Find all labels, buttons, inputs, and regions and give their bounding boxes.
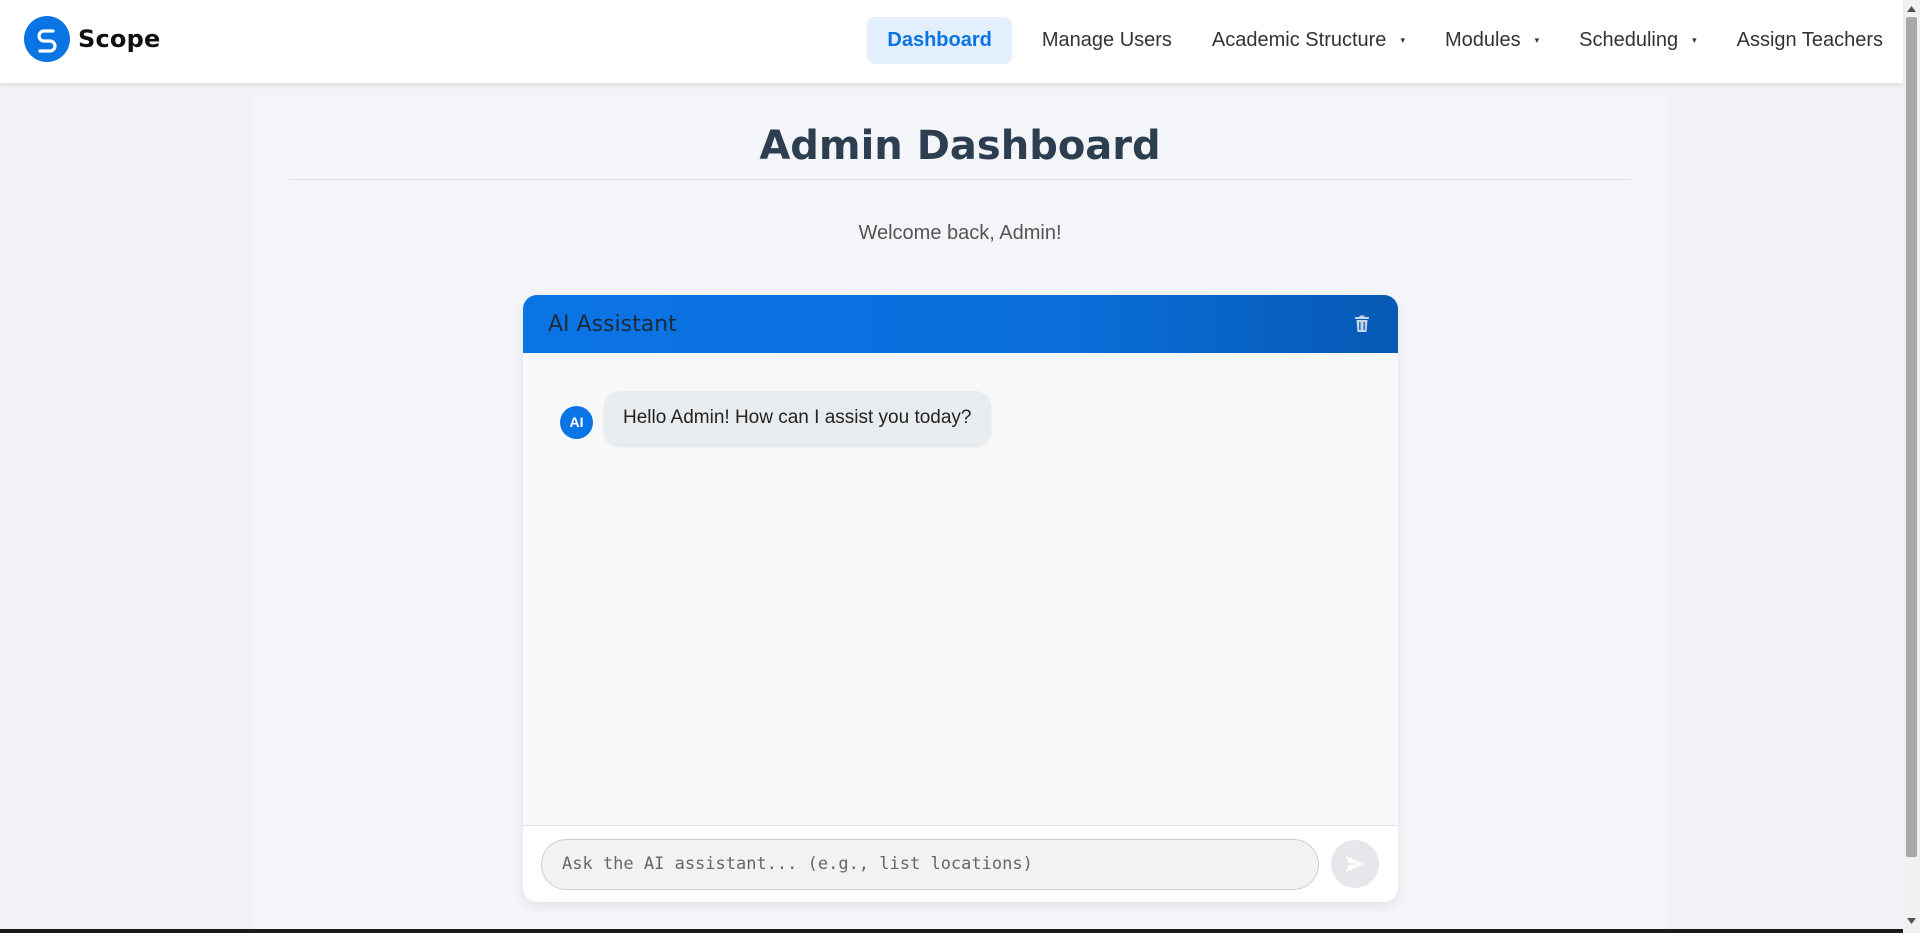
window-bottom-border — [0, 929, 1903, 933]
nav-modules-label: Modules — [1444, 29, 1521, 51]
chevron-down-icon: ▾ — [1400, 35, 1405, 45]
scrollbar-thumb[interactable] — [1906, 17, 1917, 857]
page-title: Admin Dashboard — [759, 123, 1161, 169]
nav-manage-users[interactable]: Manage Users — [1022, 17, 1192, 64]
message-bubble: Hello Admin! How can I assist you today? — [604, 391, 991, 445]
trash-icon — [1355, 315, 1369, 332]
nav-scheduling[interactable]: Scheduling ▾ — [1559, 17, 1717, 64]
chevron-down-icon: ▾ — [1534, 35, 1540, 45]
nav-manage-users-label: Manage Users — [1041, 29, 1172, 51]
welcome-message: Welcome back, Admin! — [858, 222, 1062, 244]
send-icon — [1346, 856, 1364, 872]
chat-input-bar — [523, 825, 1398, 902]
brand-name: Scope — [78, 25, 161, 53]
send-button[interactable] — [1331, 840, 1379, 888]
nav-scheduling-label: Scheduling — [1579, 29, 1679, 51]
nav-dashboard[interactable]: Dashboard — [867, 17, 1012, 64]
main-content: Admin Dashboard Welcome back, Admin! AI … — [251, 95, 1669, 933]
nav-assign-teachers[interactable]: Assign Teachers — [1717, 17, 1903, 64]
nav-dashboard-label: Dashboard — [887, 29, 992, 51]
nav-academic-structure-label: Academic Structure — [1211, 29, 1387, 51]
top-navbar: Scope Dashboard Manage Users Academic St… — [0, 0, 1903, 83]
nav-assign-teachers-label: Assign Teachers — [1736, 29, 1883, 51]
nav-academic-structure[interactable]: Academic Structure ▾ — [1192, 17, 1425, 64]
scroll-down-icon[interactable] — [1903, 912, 1920, 929]
brand[interactable]: Scope — [24, 16, 160, 62]
scroll-up-icon[interactable] — [1903, 0, 1920, 17]
scope-logo-icon — [24, 16, 70, 62]
clear-chat-button[interactable] — [1351, 313, 1373, 335]
chat-messages: AI Hello Admin! How can I assist you tod… — [523, 366, 1398, 838]
chat-message-ai: AI Hello Admin! How can I assist you tod… — [560, 391, 1361, 445]
chat-input[interactable] — [541, 838, 1319, 890]
chat-header: AI Assistant — [523, 295, 1398, 353]
chat-title: AI Assistant — [548, 311, 677, 337]
main-nav: Dashboard Manage Users Academic Structur… — [867, 17, 1903, 64]
ai-assistant-card: AI Assistant AI Hello Admin! How can I a… — [523, 295, 1398, 902]
chevron-down-icon: ▾ — [1692, 35, 1697, 45]
title-divider — [289, 179, 1631, 180]
ai-avatar: AI — [560, 405, 593, 439]
nav-modules[interactable]: Modules ▾ — [1425, 17, 1559, 64]
vertical-scrollbar[interactable] — [1903, 0, 1920, 933]
